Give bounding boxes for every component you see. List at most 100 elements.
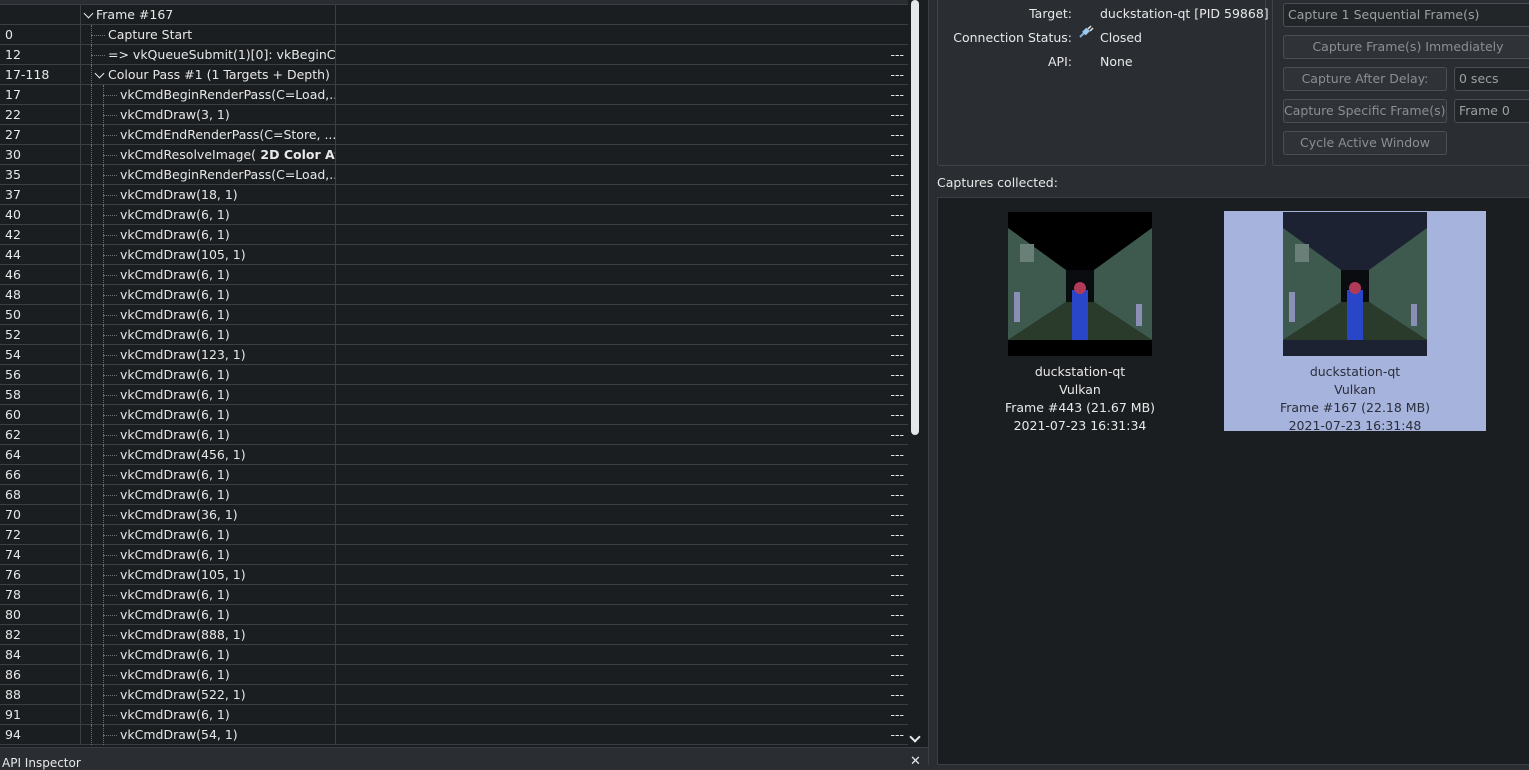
- name-cell: vkCmdDraw(54, 1): [81, 725, 336, 745]
- eid-cell: 12: [0, 45, 81, 65]
- duration-cell: ---: [890, 567, 904, 582]
- tree-row[interactable]: 84 vkCmdDraw(6, 1) ---: [0, 645, 908, 665]
- tree-guide: [91, 225, 92, 245]
- corridor-thumbnail-image: [1283, 212, 1427, 356]
- name-cell: vkCmdDraw(105, 1): [81, 565, 336, 585]
- tree-row[interactable]: 40 vkCmdDraw(6, 1) ---: [0, 205, 908, 225]
- duration-cell: ---: [890, 707, 904, 722]
- eid-cell: 17: [0, 85, 81, 105]
- eid-cell: 42: [0, 225, 81, 245]
- tree-row[interactable]: 12 => vkQueueSubmit(1)[0]: vkBeginCom ---: [0, 45, 908, 65]
- tree-row[interactable]: 91 vkCmdDraw(6, 1) ---: [0, 705, 908, 725]
- tree-elbow: [103, 715, 117, 716]
- tree-row[interactable]: 46 vkCmdDraw(6, 1) ---: [0, 265, 908, 285]
- tree-row[interactable]: 94 vkCmdDraw(54, 1) ---: [0, 725, 908, 745]
- tree-row[interactable]: 30 vkCmdResolveImage( 2D Color Atta ---: [0, 145, 908, 165]
- tree-guide: [91, 485, 92, 505]
- tree-row[interactable]: 56 vkCmdDraw(6, 1) ---: [0, 365, 908, 385]
- event-name: vkCmdDraw(105, 1): [120, 565, 246, 585]
- tree-row[interactable]: 70 vkCmdDraw(36, 1) ---: [0, 505, 908, 525]
- tree-row[interactable]: 74 vkCmdDraw(6, 1) ---: [0, 545, 908, 565]
- tree-guide: [91, 405, 92, 425]
- tree-row[interactable]: 78 vkCmdDraw(6, 1) ---: [0, 585, 908, 605]
- specific-frame-input[interactable]: Frame 0: [1454, 99, 1529, 123]
- name-cell: vkCmdDraw(6, 1): [81, 705, 336, 725]
- scrollbar-thumb[interactable]: [911, 0, 919, 435]
- event-name: vkCmdResolveImage( 2D Color Atta: [120, 145, 335, 165]
- name-cell: vkCmdDraw(6, 1): [81, 525, 336, 545]
- delay-input[interactable]: 0 secs: [1454, 67, 1529, 91]
- name-cell: vkCmdDraw(6, 1): [81, 585, 336, 605]
- eid-cell: 54: [0, 345, 81, 365]
- duration-cell: ---: [890, 587, 904, 602]
- event-name: vkCmdDraw(18, 1): [120, 185, 238, 205]
- eid-cell: 17-118: [0, 65, 81, 85]
- captures-list[interactable]: duckstation-qt Vulkan Frame #443 (21.67 MB…: [937, 197, 1529, 765]
- tree-row[interactable]: 0 Capture Start: [0, 25, 908, 45]
- sequential-frames-spinbox[interactable]: Capture 1 Sequential Frame(s): [1283, 3, 1529, 27]
- tree-row[interactable]: 50 vkCmdDraw(6, 1) ---: [0, 305, 908, 325]
- duration-cell: ---: [890, 347, 904, 362]
- name-cell: vkCmdDraw(6, 1): [81, 385, 336, 405]
- capture-specific-frames-button[interactable]: Capture Specific Frame(s):: [1283, 99, 1447, 123]
- tree-row[interactable]: 88 vkCmdDraw(522, 1) ---: [0, 685, 908, 705]
- name-cell: vkCmdDraw(6, 1): [81, 485, 336, 505]
- tree-row[interactable]: 48 vkCmdDraw(6, 1) ---: [0, 285, 908, 305]
- chevron-down-icon[interactable]: [83, 8, 94, 19]
- tree-row[interactable]: 80 vkCmdDraw(6, 1) ---: [0, 605, 908, 625]
- capture-immediately-button[interactable]: Capture Frame(s) Immediately: [1283, 35, 1529, 59]
- tree-row[interactable]: 68 vkCmdDraw(6, 1) ---: [0, 485, 908, 505]
- name-cell: vkCmdDraw(123, 1): [81, 345, 336, 365]
- capture-after-delay-button[interactable]: Capture After Delay:: [1283, 67, 1447, 91]
- eid-cell: 66: [0, 465, 81, 485]
- tree-row[interactable]: 35 vkCmdBeginRenderPass(C=Load,... ---: [0, 165, 908, 185]
- tree-row[interactable]: 60 vkCmdDraw(6, 1) ---: [0, 405, 908, 425]
- tree-row[interactable]: 82 vkCmdDraw(888, 1) ---: [0, 625, 908, 645]
- event-name: vkCmdDraw(888, 1): [120, 625, 246, 645]
- tree-row[interactable]: 17-118 Colour Pass #1 (1 Targets + Depth)…: [0, 65, 908, 85]
- tree-row[interactable]: 72 vkCmdDraw(6, 1) ---: [0, 525, 908, 545]
- tree-row[interactable]: 54 vkCmdDraw(123, 1) ---: [0, 345, 908, 365]
- tree-row[interactable]: 44 vkCmdDraw(105, 1) ---: [0, 245, 908, 265]
- duration-cell: ---: [890, 307, 904, 322]
- name-cell: vkCmdDraw(105, 1): [81, 245, 336, 265]
- tree-elbow: [103, 195, 117, 196]
- event-name-text: vkCmdDraw(36, 1): [120, 507, 238, 522]
- event-name: vkCmdDraw(54, 1): [120, 725, 238, 745]
- tree-row-frame[interactable]: Frame #167: [0, 5, 908, 25]
- close-icon[interactable]: ✕: [910, 754, 921, 769]
- tree-row[interactable]: 27 vkCmdEndRenderPass(C=Store, ... ---: [0, 125, 908, 145]
- event-name-text: vkCmdDraw(6, 1): [120, 547, 230, 562]
- duration-cell: ---: [890, 647, 904, 662]
- cycle-active-window-button[interactable]: Cycle Active Window: [1283, 131, 1447, 155]
- event-name: => vkQueueSubmit(1)[0]: vkBeginCom: [108, 45, 335, 65]
- duration-cell: ---: [890, 47, 904, 62]
- tree-row[interactable]: 42 vkCmdDraw(6, 1) ---: [0, 225, 908, 245]
- tree-row[interactable]: 52 vkCmdDraw(6, 1) ---: [0, 325, 908, 345]
- tree-row[interactable]: 62 vkCmdDraw(6, 1) ---: [0, 425, 908, 445]
- eid-cell: 27: [0, 125, 81, 145]
- tree-row[interactable]: 66 vkCmdDraw(6, 1) ---: [0, 465, 908, 485]
- eid-cell: 82: [0, 625, 81, 645]
- capture-item[interactable]: duckstation-qt Vulkan Frame #167 (22.18 MB…: [1224, 211, 1486, 433]
- name-cell: Capture Start: [81, 25, 336, 45]
- scroll-down-arrow-icon[interactable]: [909, 731, 921, 743]
- chevron-down-icon[interactable]: [94, 68, 105, 79]
- tree-row[interactable]: 37 vkCmdDraw(18, 1) ---: [0, 185, 908, 205]
- tree-row[interactable]: 64 vkCmdDraw(456, 1) ---: [0, 445, 908, 465]
- event-name: vkCmdBeginRenderPass(C=Load,...: [120, 165, 335, 185]
- tree-elbow: [103, 515, 117, 516]
- capture-item[interactable]: duckstation-qt Vulkan Frame #443 (21.67 MB…: [949, 211, 1211, 433]
- name-cell: vkCmdDraw(6, 1): [81, 205, 336, 225]
- duration-cell: ---: [890, 627, 904, 642]
- event-name: vkCmdDraw(522, 1): [120, 685, 246, 705]
- tree-row[interactable]: 76 vkCmdDraw(105, 1) ---: [0, 565, 908, 585]
- vertical-scrollbar[interactable]: [908, 0, 922, 745]
- tree-guide: [91, 65, 92, 85]
- tree-row[interactable]: 58 vkCmdDraw(6, 1) ---: [0, 385, 908, 405]
- tree-row[interactable]: 22 vkCmdDraw(3, 1) ---: [0, 105, 908, 125]
- event-tree[interactable]: Frame #167 0 Capture Start 12 => vkQueueSub…: [0, 0, 908, 745]
- tree-row[interactable]: 86 vkCmdDraw(6, 1) ---: [0, 665, 908, 685]
- tree-guide: [91, 605, 92, 625]
- tree-row[interactable]: 17 vkCmdBeginRenderPass(C=Load,... ---: [0, 85, 908, 105]
